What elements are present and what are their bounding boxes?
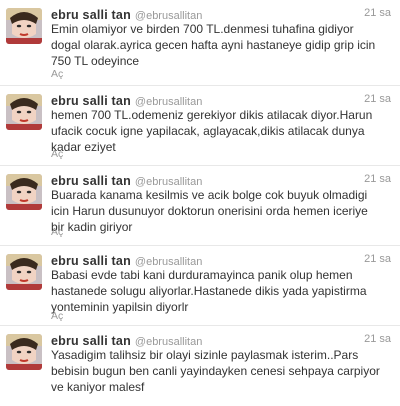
timestamp[interactable]: 21 sa bbox=[364, 253, 391, 265]
tweet-header: ebru salli tan @ebrusallitan 21 sa bbox=[51, 6, 394, 22]
tweet-text: hemen 700 TL.odemeniz gerekiyor dikis at… bbox=[51, 108, 373, 154]
avatar[interactable] bbox=[6, 174, 42, 210]
author-name[interactable]: ebru salli tan bbox=[51, 254, 131, 268]
tweet-text: Yasadigim talihsiz bir olayi sizinle pay… bbox=[51, 348, 380, 394]
expand-link[interactable]: Aç bbox=[51, 148, 63, 160]
timestamp[interactable]: 21 sa bbox=[364, 93, 391, 105]
tweet-item[interactable]: ebru salli tan @ebrusallitan 21 sa Yasadi… bbox=[0, 326, 400, 406]
timestamp[interactable]: 21 sa bbox=[364, 7, 391, 19]
expand-link[interactable]: Aç bbox=[51, 68, 63, 80]
timestamp[interactable]: 21 sa bbox=[364, 173, 391, 185]
tweet-text: Emin olamiyor ve birden 700 TL.denmesi t… bbox=[51, 22, 376, 68]
tweet-header: ebru salli tan @ebrusallitan 21 sa bbox=[51, 252, 394, 268]
tweet-text: Buarada kanama kesilmis ve acik bolge co… bbox=[51, 188, 368, 234]
author-name[interactable]: ebru salli tan bbox=[51, 8, 131, 22]
author-name[interactable]: ebru salli tan bbox=[51, 334, 131, 348]
avatar[interactable] bbox=[6, 254, 42, 290]
author-name[interactable]: ebru salli tan bbox=[51, 94, 131, 108]
tweet-item[interactable]: ebru salli tan @ebrusallitan 21 sa Emin o… bbox=[0, 0, 400, 86]
expand-link[interactable]: Aç bbox=[51, 310, 63, 322]
tweet-header: ebru salli tan @ebrusallitan 21 sa bbox=[51, 172, 394, 188]
expand-link[interactable]: Aç bbox=[51, 226, 63, 238]
tweet-header: ebru salli tan @ebrusallitan 21 sa bbox=[51, 332, 394, 348]
tweet-timeline: ebru salli tan @ebrusallitan 21 sa Emin o… bbox=[0, 0, 400, 406]
tweet-item[interactable]: ebru salli tan @ebrusallitan 21 sa Buarad… bbox=[0, 166, 400, 246]
avatar[interactable] bbox=[6, 334, 42, 370]
author-name[interactable]: ebru salli tan bbox=[51, 174, 131, 188]
tweet-text: Babasi evde tabi kani durduramayinca pan… bbox=[51, 268, 367, 314]
tweet-item[interactable]: ebru salli tan @ebrusallitan 21 sa hemen … bbox=[0, 86, 400, 166]
tweet-item[interactable]: ebru salli tan @ebrusallitan 21 sa Babasi… bbox=[0, 246, 400, 326]
avatar[interactable] bbox=[6, 94, 42, 130]
avatar[interactable] bbox=[6, 8, 42, 44]
timestamp[interactable]: 21 sa bbox=[364, 333, 391, 345]
tweet-header: ebru salli tan @ebrusallitan 21 sa bbox=[51, 92, 394, 108]
